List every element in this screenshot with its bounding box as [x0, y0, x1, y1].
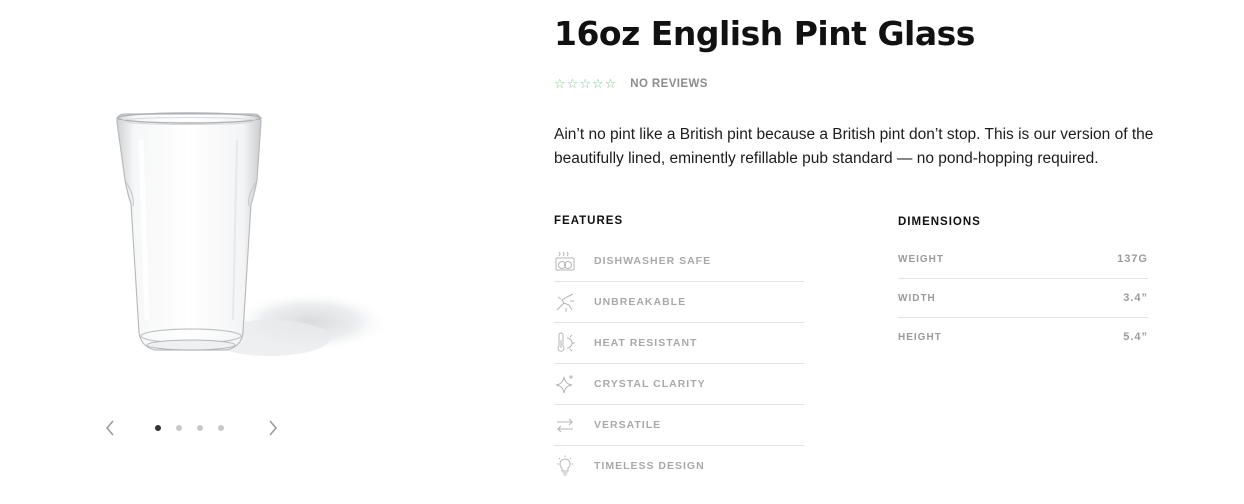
dimension-row-weight: WEIGHT 137G [898, 240, 1148, 279]
feature-label: HEAT RESISTANT [594, 337, 698, 349]
gallery-prev-button[interactable] [99, 417, 121, 439]
chevron-left-icon [105, 420, 114, 436]
feature-item-heat-resistant: HEAT RESISTANT [554, 323, 804, 364]
feature-label: DISHWASHER SAFE [594, 255, 712, 267]
shatter-icon [554, 291, 576, 313]
product-description: Ain’t no pint like a British pint becaus… [554, 126, 1154, 167]
rating-row: ☆ ☆ ☆ ☆ ☆ NO REVIEWS [554, 76, 708, 92]
dimension-value: 3.4” [1123, 292, 1148, 304]
dimensions-list: WEIGHT 137G WIDTH 3.4” HEIGHT 5.4” [898, 240, 1148, 356]
star-outline-icon: ☆ [591, 76, 604, 92]
dimension-value: 137G [1117, 253, 1148, 265]
lightbulb-icon [554, 455, 576, 477]
feature-label: CRYSTAL CLARITY [594, 378, 706, 390]
chevron-right-icon [269, 420, 278, 436]
feature-label: VERSATILE [594, 419, 662, 431]
product-page: 16oz English Pint Glass ☆ ☆ ☆ ☆ ☆ NO REV… [0, 0, 1244, 504]
gallery-dot-4[interactable] [218, 425, 224, 431]
feature-list: DISHWASHER SAFE UNBREAKABLE HEAT RESISTA… [554, 241, 804, 486]
feature-item-versatile: VERSATILE [554, 405, 804, 446]
gallery-dot-3[interactable] [197, 425, 203, 431]
gallery-dot-2[interactable] [176, 425, 182, 431]
gallery-next-button[interactable] [262, 417, 284, 439]
product-title: 16oz English Pint Glass [554, 14, 975, 53]
reviews-link[interactable]: NO REVIEWS [630, 78, 707, 90]
feature-label: UNBREAKABLE [594, 296, 687, 308]
product-gallery [0, 0, 520, 504]
dimension-label: WIDTH [898, 292, 936, 304]
star-outline-icon: ☆ [604, 76, 617, 92]
feature-item-dishwasher-safe: DISHWASHER SAFE [554, 241, 804, 282]
dimension-value: 5.4” [1123, 331, 1148, 343]
dimension-row-height: HEIGHT 5.4” [898, 318, 1148, 356]
features-section: FEATURES DISHWASHER SAFE UNBREAKABLE HEA… [554, 215, 804, 486]
sparkle-icon [554, 373, 576, 395]
dimension-label: WEIGHT [898, 253, 944, 265]
feature-item-unbreakable: UNBREAKABLE [554, 282, 804, 323]
star-outline-icon: ☆ [566, 76, 579, 92]
feature-label: TIMELESS DESIGN [594, 460, 705, 472]
dimension-row-width: WIDTH 3.4” [898, 279, 1148, 318]
dimensions-heading: DIMENSIONS [898, 216, 981, 228]
gallery-pagination [155, 425, 224, 431]
star-outline-icon: ☆ [579, 76, 591, 92]
pint-glass-image [95, 100, 395, 375]
dimensions-section: DIMENSIONS WEIGHT 137G WIDTH 3.4” HEIGHT… [898, 216, 1148, 356]
thermometer-icon [554, 332, 576, 354]
feature-item-timeless-design: TIMELESS DESIGN [554, 446, 804, 486]
star-rating[interactable]: ☆ ☆ ☆ ☆ ☆ [554, 78, 616, 91]
feature-item-crystal-clarity: CRYSTAL CLARITY [554, 364, 804, 405]
features-heading: FEATURES [554, 215, 624, 227]
star-outline-icon: ☆ [554, 76, 566, 92]
arrows-icon [554, 414, 576, 436]
gallery-dot-1[interactable] [155, 425, 161, 431]
dishwasher-icon [554, 250, 576, 272]
dimension-label: HEIGHT [898, 331, 942, 343]
